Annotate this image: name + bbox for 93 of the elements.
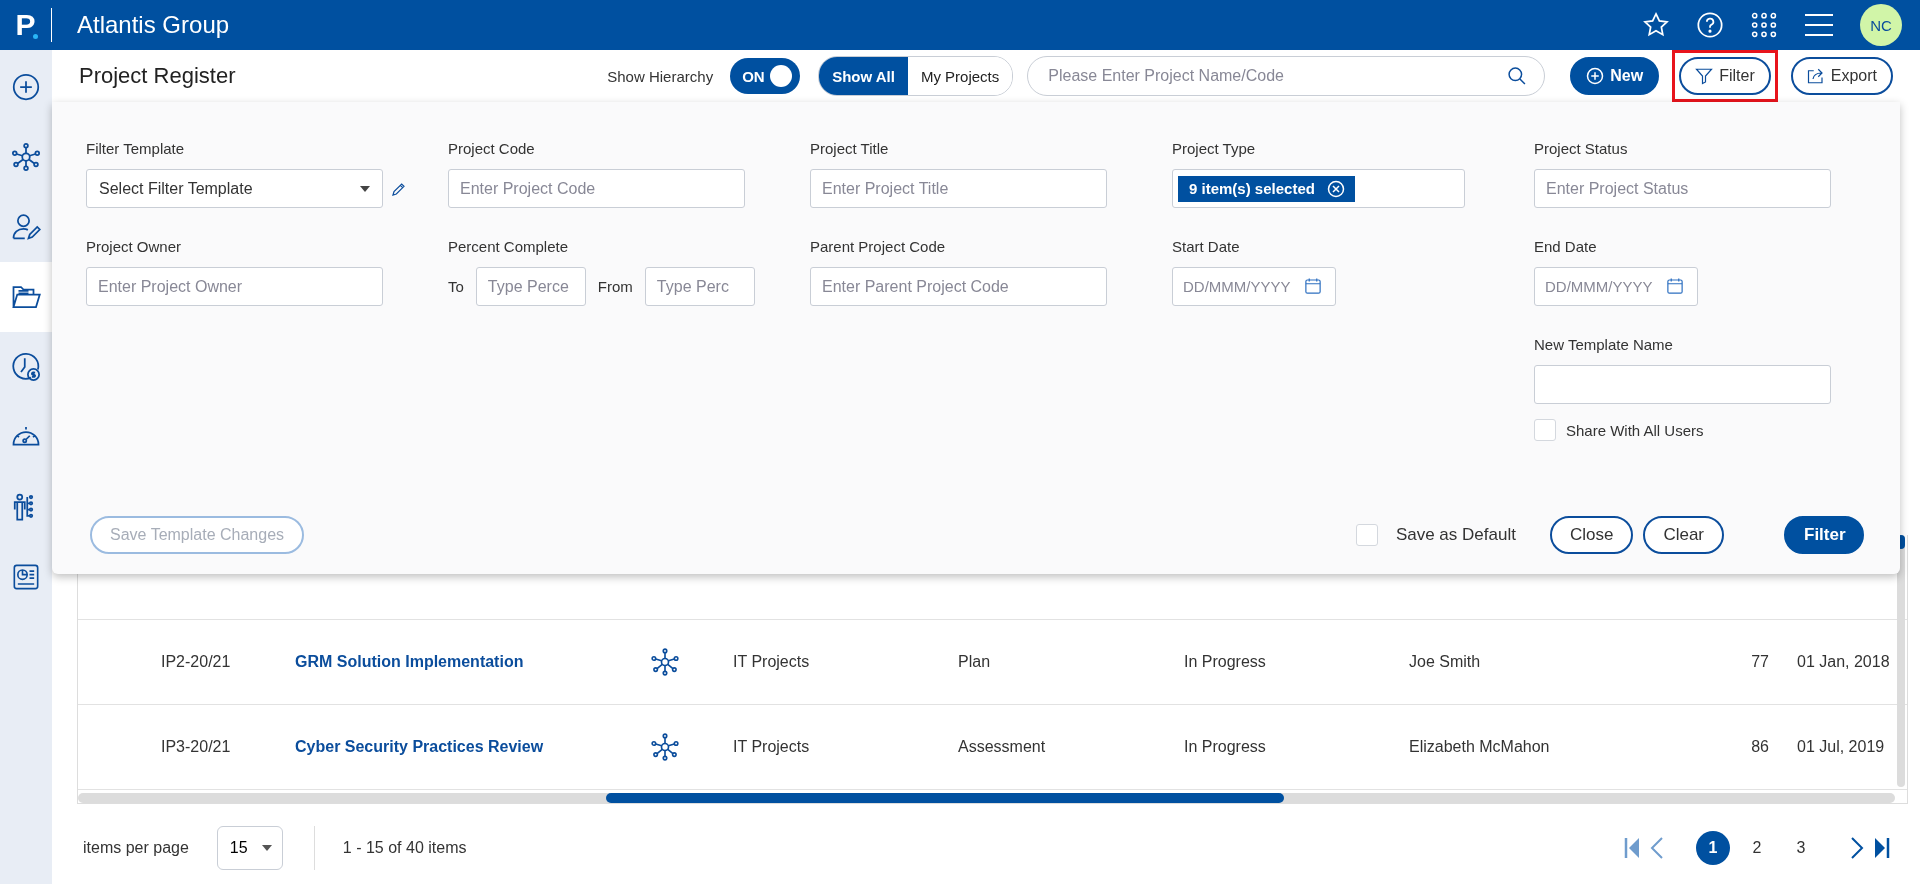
table-cell-text: In Progress bbox=[1184, 738, 1267, 756]
project-link[interactable]: GRM Solution Implementation bbox=[295, 653, 651, 671]
field-label: End Date bbox=[1534, 238, 1598, 255]
hierarchy-label: Show Hierarchy bbox=[607, 67, 714, 85]
next-page-icon[interactable] bbox=[1850, 836, 1864, 860]
input-field[interactable]: Type Perc bbox=[644, 267, 755, 306]
table-cell-text: 86 bbox=[1750, 738, 1769, 756]
help-icon[interactable] bbox=[1696, 11, 1724, 39]
logo[interactable]: P bbox=[0, 8, 52, 42]
checkbox[interactable] bbox=[1355, 524, 1378, 546]
table-cell-text: Assessment bbox=[958, 738, 1047, 756]
table-cell-text: IP2-20/21 bbox=[160, 653, 232, 671]
checkbox-label: Share With All Users bbox=[1566, 421, 1704, 439]
funnel-icon bbox=[1695, 67, 1714, 85]
action-button[interactable]: Close bbox=[1549, 516, 1634, 554]
remove-icon[interactable] bbox=[1326, 179, 1345, 198]
page-number[interactable]: 1 bbox=[1696, 831, 1730, 865]
report-icon bbox=[12, 563, 40, 591]
table-cell-text: Elizabeth McMahon bbox=[1409, 738, 1551, 756]
field-label: Project Title bbox=[810, 140, 890, 157]
search-field[interactable]: Please Enter Project Name/Code bbox=[1027, 56, 1546, 96]
input-field[interactable]: Enter Project Owner bbox=[86, 267, 383, 306]
input-field[interactable]: Type Perce bbox=[475, 267, 586, 306]
template-select[interactable]: Select Filter Template bbox=[86, 169, 383, 208]
calendar-icon[interactable] bbox=[1666, 277, 1684, 295]
hierarchy-icon[interactable] bbox=[651, 733, 679, 761]
chip-label: 9 item(s) selected bbox=[1189, 180, 1315, 197]
export-icon bbox=[1806, 67, 1825, 85]
date-field[interactable]: DD/MMM/YYYY bbox=[1534, 267, 1698, 306]
horizontal-scrollbar[interactable] bbox=[78, 793, 1895, 803]
apply-button[interactable]: Filter bbox=[1784, 516, 1864, 554]
table-cell-text: 77 bbox=[1750, 653, 1769, 671]
input-field[interactable]: Enter Project Code bbox=[448, 169, 745, 208]
pencil-icon[interactable] bbox=[391, 180, 407, 197]
apps-grid-icon[interactable] bbox=[1750, 11, 1778, 39]
field-label: Project Type bbox=[1172, 140, 1257, 157]
multi-select-field[interactable]: 9 item(s) selected bbox=[1172, 169, 1465, 208]
field-label: Project Owner bbox=[86, 238, 183, 255]
action-button[interactable]: Clear bbox=[1643, 516, 1724, 554]
page-number[interactable]: 3 bbox=[1784, 831, 1818, 865]
from-label: From bbox=[597, 278, 633, 295]
caret-icon bbox=[261, 845, 272, 851]
caret-icon bbox=[360, 185, 370, 192]
favorites-icon[interactable] bbox=[1642, 11, 1670, 39]
field-label: Percent Complete bbox=[448, 238, 570, 255]
item-range: 1 - 15 of 40 items bbox=[342, 839, 467, 857]
table-cell-text: Joe Smith bbox=[1409, 653, 1482, 671]
page-number[interactable]: 2 bbox=[1740, 831, 1774, 865]
field-label: Start Date bbox=[1172, 238, 1241, 255]
hierarchy-toggle[interactable]: ON bbox=[730, 58, 801, 94]
search-icon bbox=[1507, 66, 1528, 86]
network-icon bbox=[11, 142, 41, 172]
to-label: To bbox=[448, 278, 464, 295]
table-cell-text: IT Projects bbox=[733, 653, 811, 671]
date-field[interactable]: DD/MMM/YYYY bbox=[1172, 267, 1336, 306]
calendar-icon[interactable] bbox=[1304, 277, 1322, 295]
app-title: Atlantis Group bbox=[77, 11, 230, 39]
new-button[interactable]: New bbox=[1570, 57, 1660, 95]
export-button[interactable]: Export bbox=[1790, 57, 1893, 95]
table-cell: 01 Jul, 2019 bbox=[1797, 738, 1885, 756]
view-tab[interactable]: Show All bbox=[819, 57, 908, 95]
user-edit-icon bbox=[11, 212, 41, 242]
add-icon bbox=[1586, 67, 1605, 85]
user-avatar[interactable]: NC bbox=[1860, 4, 1902, 46]
page-title: Project Register bbox=[79, 63, 236, 89]
field-label: Project Status bbox=[1534, 140, 1629, 157]
checkbox-label: Save as Default bbox=[1395, 525, 1516, 545]
page-size-select[interactable]: 15 bbox=[216, 826, 283, 870]
input-field[interactable] bbox=[1534, 365, 1831, 404]
hierarchy-icon[interactable] bbox=[651, 648, 679, 676]
table-cell-text: In Progress bbox=[1184, 653, 1267, 671]
sidebar-item[interactable] bbox=[0, 262, 52, 332]
vertical-scrollbar[interactable] bbox=[1897, 535, 1905, 787]
clock-dollar-icon bbox=[11, 352, 41, 382]
field-label: Filter Template bbox=[86, 140, 186, 157]
input-field[interactable]: Enter Project Status bbox=[1534, 169, 1831, 208]
filter-button[interactable]: Filter bbox=[1679, 57, 1771, 95]
last-page-icon[interactable] bbox=[1874, 836, 1890, 860]
logo-letter: P bbox=[15, 8, 36, 42]
table-cell-text: Plan bbox=[958, 653, 992, 671]
field-label: Parent Project Code bbox=[810, 238, 947, 255]
table-cell: 01 Jan, 2018 bbox=[1797, 653, 1890, 671]
menu-icon[interactable] bbox=[1804, 12, 1834, 38]
table-cell-text: IP3-20/21 bbox=[160, 738, 232, 756]
input-field[interactable]: Enter Parent Project Code bbox=[810, 267, 1107, 306]
input-field[interactable]: Enter Project Title bbox=[810, 169, 1107, 208]
field-label: New Template Name bbox=[1534, 336, 1674, 353]
items-per-page-label: items per page bbox=[83, 839, 189, 857]
add-icon bbox=[12, 73, 40, 101]
checkbox[interactable] bbox=[1534, 419, 1556, 441]
project-link[interactable]: Cyber Security Practices Review bbox=[295, 738, 651, 756]
table-cell-text: IT Projects bbox=[733, 738, 811, 756]
field-label: Project Code bbox=[448, 140, 536, 157]
